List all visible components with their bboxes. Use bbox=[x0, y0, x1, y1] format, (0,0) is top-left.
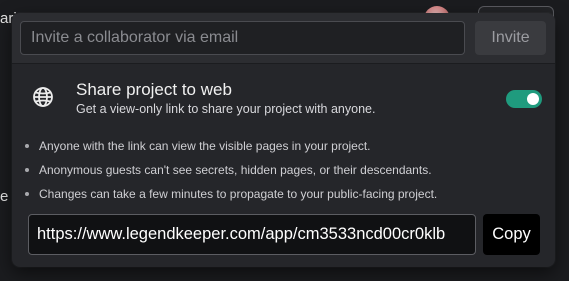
share-title: Share project to web bbox=[76, 80, 232, 99]
list-item: Anyone with the link can view the visibl… bbox=[12, 136, 555, 160]
note-text: Changes can take a few minutes to propag… bbox=[39, 187, 438, 201]
list-item: Changes can take a few minutes to propag… bbox=[12, 184, 555, 208]
bullet-icon bbox=[25, 144, 29, 148]
share-notes-list: Anyone with the link can view the visibl… bbox=[12, 136, 555, 208]
note-text: Anyone with the link can view the visibl… bbox=[39, 139, 371, 153]
share-subtitle: Get a view-only link to share your proje… bbox=[76, 102, 376, 116]
bullet-icon bbox=[25, 168, 29, 172]
copy-link-button[interactable]: Copy bbox=[483, 214, 540, 255]
note-text: Anonymous guests can't see secrets, hidd… bbox=[39, 163, 432, 177]
globe-icon bbox=[32, 86, 54, 108]
share-popover: Invite Share project to web Get a view-o… bbox=[12, 13, 555, 267]
list-item: Anonymous guests can't see secrets, hidd… bbox=[12, 160, 555, 184]
invite-email-input[interactable] bbox=[20, 21, 465, 55]
share-link-field[interactable] bbox=[28, 214, 476, 255]
toggle-knob bbox=[527, 93, 539, 105]
invite-button[interactable]: Invite bbox=[475, 21, 546, 55]
share-to-web-section: Share project to web Get a view-only lin… bbox=[12, 64, 555, 267]
background-text: e bbox=[0, 188, 9, 205]
bullet-icon bbox=[25, 192, 29, 196]
share-to-web-toggle[interactable] bbox=[506, 90, 542, 108]
invite-row: Invite bbox=[12, 13, 555, 64]
